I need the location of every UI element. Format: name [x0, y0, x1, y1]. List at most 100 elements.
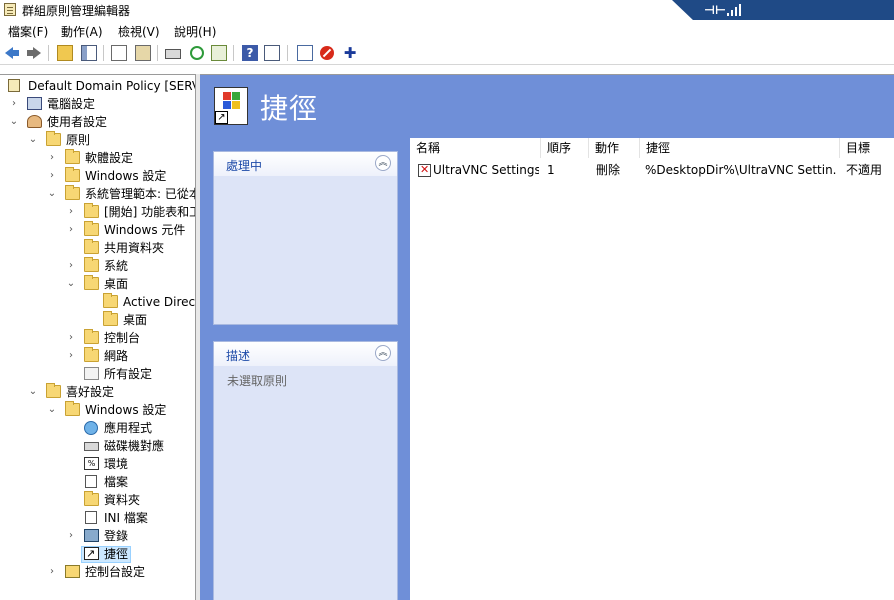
tree-item-user-config[interactable]: ⌄ 使用者設定 — [0, 113, 195, 131]
tree-item-registry[interactable]: › 登錄 — [0, 527, 195, 545]
tree-item-desktop[interactable]: ⌄ 桌面 — [0, 275, 195, 293]
column-header-name[interactable]: 名稱 — [410, 138, 541, 158]
shortcut-arrow-icon: ↗ — [215, 111, 228, 124]
display-xml-icon[interactable] — [297, 45, 313, 61]
column-header-target[interactable]: 目標 — [840, 138, 894, 158]
tree-item-policies[interactable]: ⌄ 原則 — [0, 131, 195, 149]
menu-help[interactable]: 說明(H) — [174, 23, 216, 40]
paste-icon[interactable] — [135, 45, 151, 61]
tree-item-active-directory[interactable]: Active Direct — [0, 293, 195, 311]
column-header-shortcut[interactable]: 捷徑 — [640, 138, 840, 158]
tree-item-label: [開始] 功能表和工 — [104, 205, 196, 219]
tree-item-label: 喜好設定 — [66, 385, 115, 399]
tree-item-label: 控制台設定 — [85, 565, 146, 579]
chevron-right-icon[interactable]: › — [65, 329, 77, 347]
menu-file[interactable]: 檔案(F) — [8, 23, 48, 40]
chevron-right-icon[interactable]: › — [65, 203, 77, 221]
tree-item-computer-config[interactable]: › 電腦設定 — [0, 95, 195, 113]
processing-panel-label: 處理中 — [226, 159, 263, 173]
tree-item-network[interactable]: › 網路 — [0, 347, 195, 365]
tree-item-system[interactable]: › 系統 — [0, 257, 195, 275]
export-list-icon[interactable] — [211, 45, 227, 61]
registry-icon — [84, 529, 99, 542]
tree-item-control-panel-settings[interactable]: › 控制台設定 — [0, 563, 195, 581]
tree-item-ini-files[interactable]: INI 檔案 — [0, 509, 195, 527]
chevron-right-icon[interactable]: › — [65, 257, 77, 275]
folder-icon — [65, 167, 80, 182]
chevron-down-icon[interactable]: ⌄ — [46, 185, 58, 203]
chevron-down-icon[interactable]: ⌄ — [27, 131, 39, 149]
tree-item-label: 共用資料夾 — [104, 241, 165, 255]
tree-item-desktop-sub[interactable]: 桌面 — [0, 311, 195, 329]
tree-item-windows-settings[interactable]: › Windows 設定 — [0, 167, 195, 185]
tree-item-label: 所有設定 — [104, 367, 153, 381]
chevron-down-icon[interactable]: ⌄ — [46, 401, 58, 419]
tree-item-applications[interactable]: 應用程式 — [0, 419, 195, 437]
collapse-chevron-icon[interactable]: ︽ — [375, 155, 391, 171]
description-panel-header[interactable]: 描述 ︽ — [214, 342, 397, 366]
tree-item-folders[interactable]: 資料夾 — [0, 491, 195, 509]
chevron-right-icon[interactable]: › — [46, 563, 58, 581]
chevron-right-icon[interactable]: › — [46, 149, 58, 167]
tree-item-root[interactable]: Default Domain Policy [SERVE — [0, 77, 195, 95]
tree-item-admin-templates[interactable]: ⌄ 系統管理範本: 已從本 — [0, 185, 195, 203]
tree-item-windows-components[interactable]: › Windows 元件 — [0, 221, 195, 239]
tree-item-shared-folders[interactable]: 共用資料夾 — [0, 239, 195, 257]
tree-item-environment[interactable]: % 環境 — [0, 455, 195, 473]
tree-item-start-menu[interactable]: › [開始] 功能表和工 — [0, 203, 196, 221]
tree-item-preferences[interactable]: ⌄ 喜好設定 — [0, 383, 195, 401]
chevron-down-icon[interactable]: ⌄ — [8, 113, 20, 131]
back-arrow-icon[interactable] — [4, 45, 20, 61]
folder-icon — [65, 185, 80, 200]
tree-item-all-settings[interactable]: 所有設定 — [0, 365, 195, 383]
folder-icon — [84, 203, 99, 218]
control-panel-icon — [65, 565, 80, 578]
tree-item-label: 系統 — [104, 259, 129, 273]
collapse-chevron-icon[interactable]: ︽ — [375, 345, 391, 361]
toolbar-separator — [233, 45, 234, 61]
drive-icon — [84, 442, 99, 451]
tree-item-label: 桌面 — [104, 277, 129, 291]
add-new-icon[interactable]: ✚ — [342, 45, 358, 61]
chevron-right-icon[interactable]: › — [65, 527, 77, 545]
cell-order: 1 — [547, 163, 555, 177]
console-tree[interactable]: Default Domain Policy [SERVE › 電腦設定 ⌄ 使用… — [0, 74, 196, 600]
environment-variable-icon: % — [84, 457, 99, 470]
tree-item-shortcuts[interactable]: 捷徑 — [0, 545, 195, 563]
refresh-icon[interactable] — [190, 46, 204, 60]
chevron-right-icon[interactable]: › — [8, 95, 20, 113]
show-hide-console-tree-icon[interactable] — [81, 45, 97, 61]
folder-icon — [65, 401, 80, 416]
shortcuts-list[interactable]: 名稱 順序 動作 捷徑 目標 UltraVNC Settings 1 刪除 %D… — [410, 138, 894, 600]
title-bar: 群組原則管理編輯器 ⊣⊢ — [0, 0, 894, 21]
toolbar-separator — [287, 45, 288, 61]
tree-item-pref-windows-settings[interactable]: ⌄ Windows 設定 — [0, 401, 195, 419]
stop-processing-icon[interactable] — [320, 46, 334, 60]
tree-item-software-settings[interactable]: › 軟體設定 — [0, 149, 195, 167]
tree-item-control-panel[interactable]: › 控制台 — [0, 329, 195, 347]
chevron-right-icon[interactable]: › — [65, 347, 77, 365]
chevron-down-icon[interactable]: ⌄ — [27, 383, 39, 401]
up-one-level-icon[interactable] — [57, 45, 73, 61]
folder-icon — [84, 239, 99, 254]
forward-arrow-icon[interactable] — [26, 45, 42, 61]
menu-action[interactable]: 動作(A) — [61, 23, 103, 40]
shortcut-icon — [84, 545, 99, 563]
chevron-right-icon[interactable]: › — [65, 221, 77, 239]
pin-icon[interactable]: ⊣⊢ — [704, 3, 726, 17]
menu-view[interactable]: 檢視(V) — [118, 23, 160, 40]
tree-item-files[interactable]: 檔案 — [0, 473, 195, 491]
column-header-order[interactable]: 順序 — [541, 138, 589, 158]
column-header-action[interactable]: 動作 — [589, 138, 640, 158]
remote-desktop-connection-bar[interactable]: ⊣⊢ — [672, 0, 894, 21]
folder-icon — [84, 491, 99, 506]
delete-shortcut-icon — [418, 163, 431, 177]
print-icon[interactable] — [165, 49, 181, 59]
tree-item-drive-maps[interactable]: 磁碟機對應 — [0, 437, 195, 455]
processing-panel-header[interactable]: 處理中 ︽ — [214, 152, 397, 176]
help-icon[interactable]: ? — [242, 45, 258, 61]
chevron-right-icon[interactable]: › — [46, 167, 58, 185]
chevron-down-icon[interactable]: ⌄ — [65, 275, 77, 293]
copy-icon[interactable] — [111, 45, 127, 61]
properties-icon[interactable] — [264, 45, 280, 61]
